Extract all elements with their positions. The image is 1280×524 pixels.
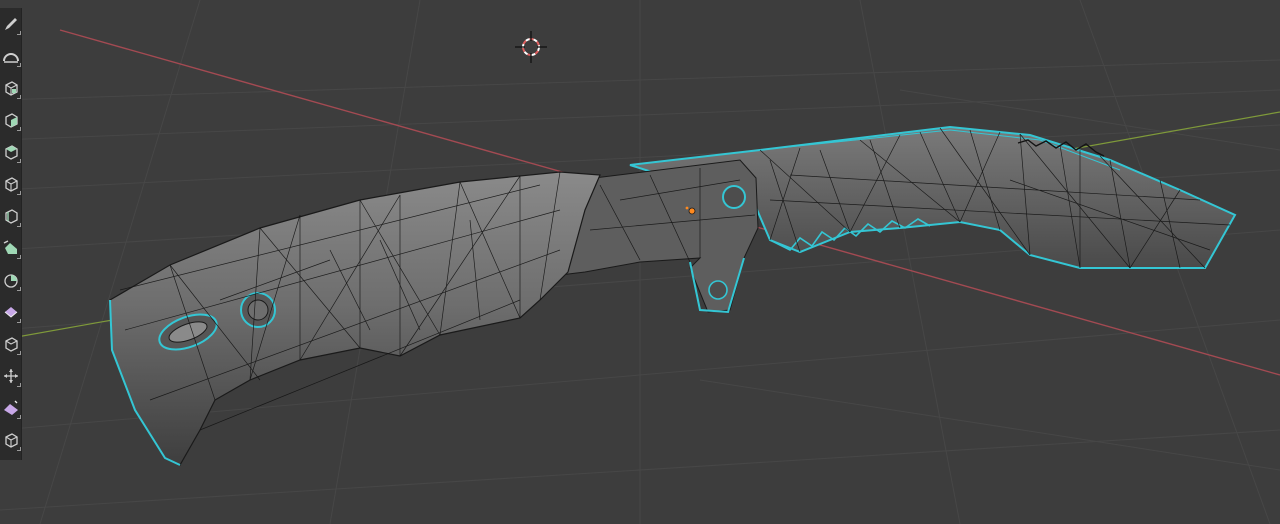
annotate-tool[interactable] [1,10,21,38]
bevel-tool[interactable] [1,170,21,198]
edge-slide-tool[interactable] [1,362,21,390]
loop-cut-icon [4,209,18,224]
extrude-icon [4,113,18,128]
object-origin[interactable] [688,207,696,215]
add-cube-tool[interactable] [1,74,21,102]
bolster-pin-hole [722,185,746,209]
measure-tool[interactable] [1,42,21,70]
3d-cursor[interactable] [515,31,547,63]
pencil-icon [4,18,17,30]
inset-faces-tool[interactable] [1,138,21,166]
spin-icon [4,307,17,318]
poly-build-icon [3,274,18,288]
knife-tool[interactable] [1,234,21,262]
spin-tool[interactable] [1,298,21,326]
smooth-icon [4,337,18,352]
shear-icon [4,433,18,448]
smooth-tool[interactable] [1,330,21,358]
extrude-region-tool[interactable] [1,106,21,134]
shear-tool[interactable] [1,426,21,454]
3d-viewport[interactable] [0,0,1280,524]
knife-mesh[interactable] [109,125,1237,466]
knife-icon [3,240,17,254]
cube-plus-icon [4,81,18,96]
poly-build-tool[interactable] [1,266,21,294]
arc-measure-icon [2,53,19,63]
guard-pin-hole [708,280,728,300]
loop-cut-tool[interactable] [1,202,21,230]
tool-shelf [0,8,22,460]
shrink-fatten-tool[interactable] [1,394,21,422]
viewport-scene [0,0,1280,524]
edge-slide-icon [3,369,18,383]
shrink-fatten-icon [3,400,18,415]
bevel-icon [4,177,18,192]
inset-icon [4,145,18,160]
